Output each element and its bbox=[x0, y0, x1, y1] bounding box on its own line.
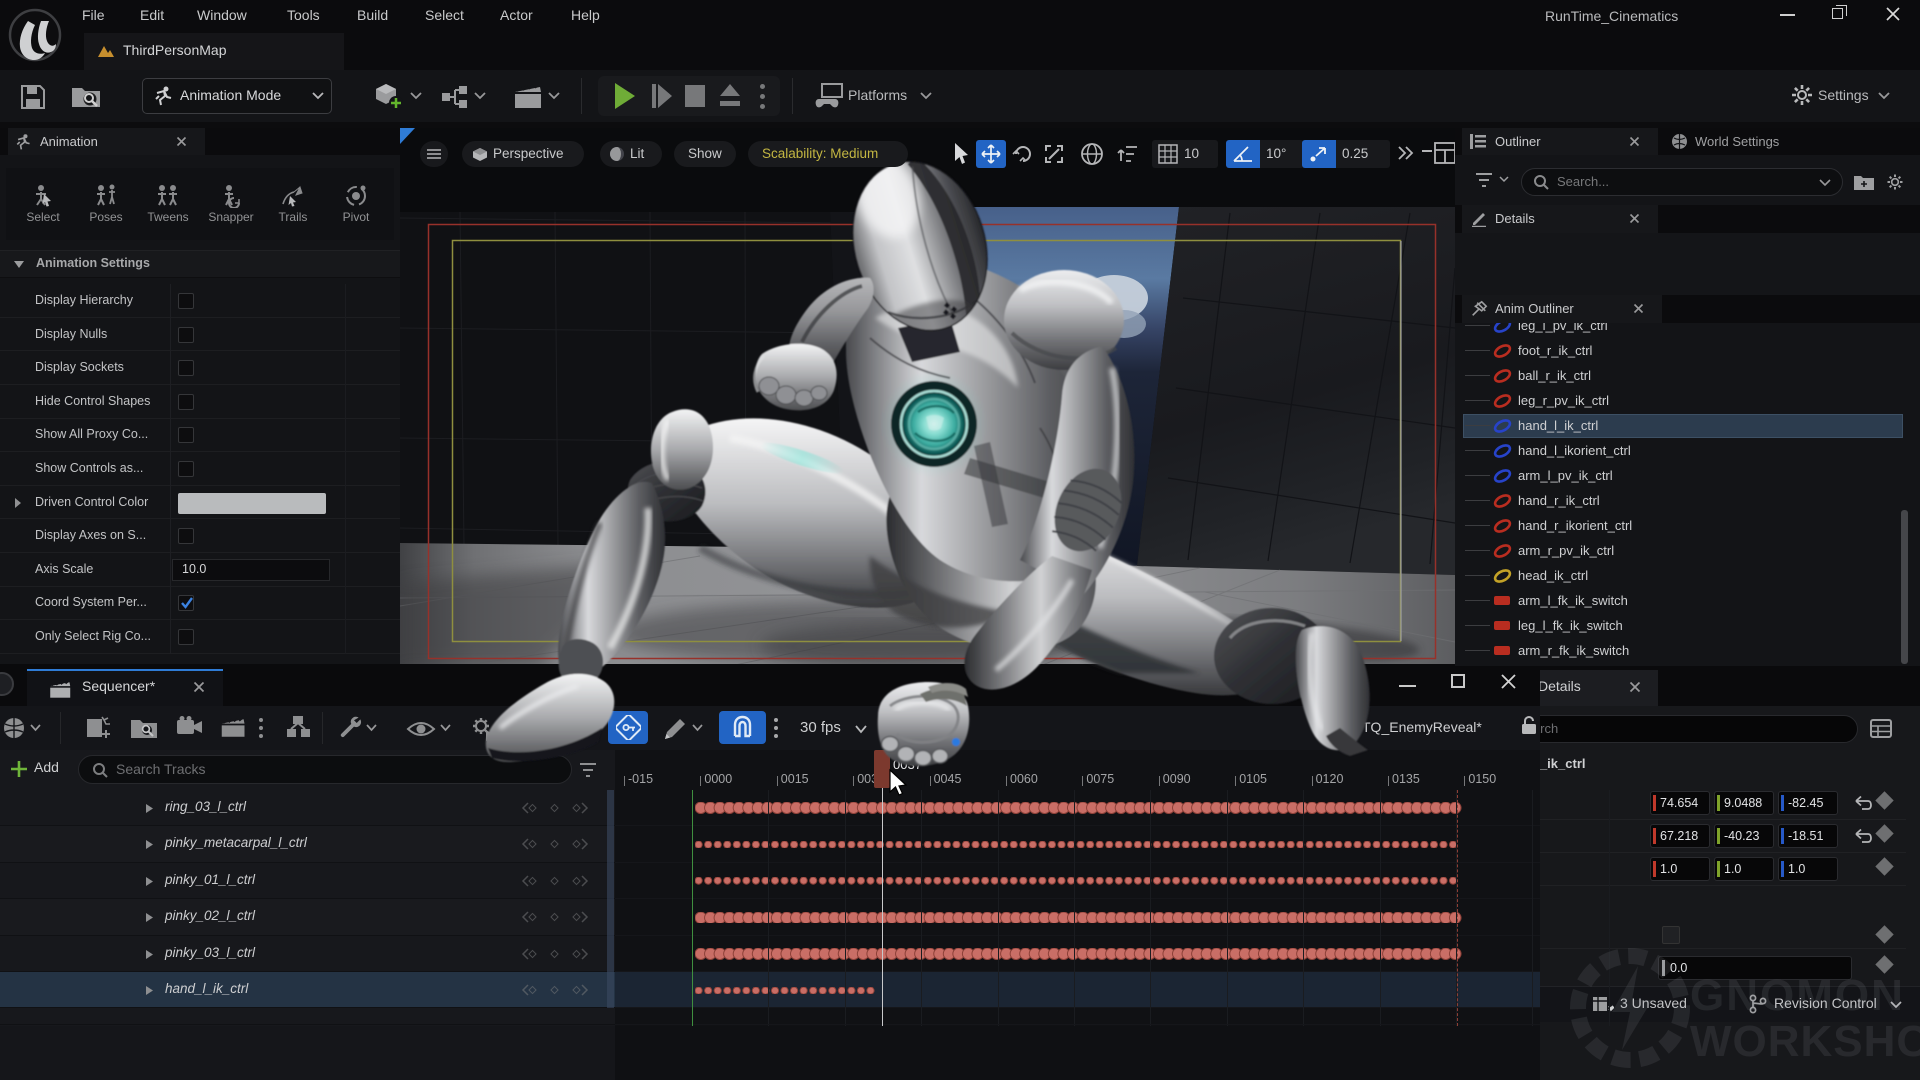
svg-text:WORKSHOP: WORKSHOP bbox=[1690, 1017, 1920, 1066]
svg-text:GNOMON: GNOMON bbox=[1690, 971, 1905, 1020]
